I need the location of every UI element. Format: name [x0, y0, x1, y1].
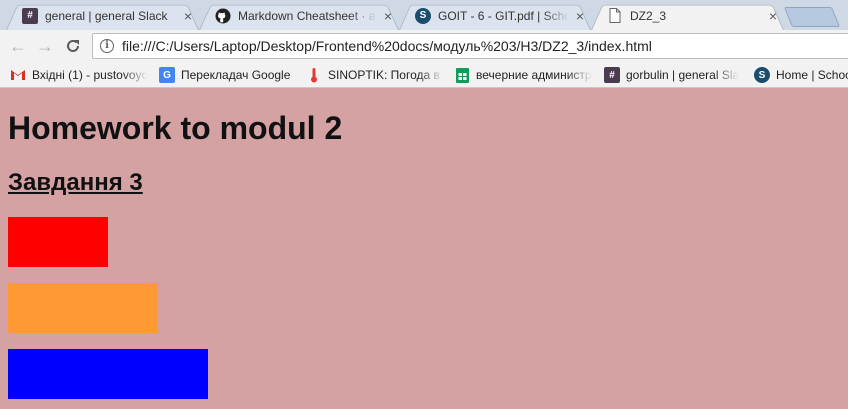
bookmarks-bar: Вхідні (1) - pustovoyo G Перекладач Goog… [0, 62, 848, 88]
tab-title: general | general Slack [45, 8, 168, 23]
close-icon[interactable]: × [381, 9, 395, 23]
address-text: file:///C:/Users/Laptop/Desktop/Frontend… [122, 38, 652, 54]
thermometer-icon [306, 67, 322, 83]
slack-hash-icon: # [22, 7, 38, 24]
schoology-icon: S [415, 7, 431, 24]
tab-goit-git-pdf[interactable]: S GOIT - 6 - GIT.pdf | Schoo × [393, 1, 597, 30]
bookmark-label: Перекладач Google [181, 68, 291, 82]
bookmark-label: gorbulin | general Sla [626, 68, 740, 82]
bookmark-gorbulin-slack[interactable]: # gorbulin | general Sla [604, 66, 746, 84]
bookmark-google-translate[interactable]: G Перекладач Google [159, 66, 299, 84]
tab-title: DZ2_3 [630, 8, 667, 23]
document-icon [607, 8, 623, 24]
schoology-icon: S [754, 67, 770, 83]
new-tab-button[interactable] [783, 7, 841, 27]
gmail-icon [10, 67, 26, 83]
slack-hash-icon: # [604, 67, 620, 83]
bookmark-label: вечерние администр [476, 68, 592, 82]
bookmark-schoology[interactable]: S Home | Schoo [754, 66, 848, 84]
close-icon[interactable]: × [766, 9, 780, 23]
red-block [8, 217, 108, 267]
google-translate-icon: G [159, 67, 175, 83]
bookmark-sheets[interactable]: вечерние администр [454, 66, 594, 84]
close-icon[interactable]: × [181, 9, 195, 23]
forward-arrow-icon[interactable]: → [35, 36, 55, 56]
orange-block [8, 283, 158, 333]
bookmark-sinoptik[interactable]: SINOPTIK: Погода в У [306, 66, 444, 84]
browser-toolbar: ← → i file:///C:/Users/Laptop/Desktop/Fr… [0, 30, 848, 62]
page-content: Homework to modul 2 Завдання 3 [0, 88, 848, 409]
bookmark-label: SINOPTIK: Погода в У [328, 68, 444, 82]
tab-general-slack[interactable]: # general | general Slack × [0, 1, 205, 30]
github-icon [215, 8, 231, 24]
close-icon[interactable]: × [573, 9, 587, 23]
blue-block [8, 349, 208, 399]
bookmark-gmail[interactable]: Вхідні (1) - pustovoyo [10, 66, 148, 84]
google-sheets-icon [454, 67, 470, 83]
reload-icon[interactable] [63, 36, 83, 56]
address-bar[interactable]: i file:///C:/Users/Laptop/Desktop/Fronte… [92, 33, 848, 59]
tab-title: Markdown Cheatsheet · a [238, 8, 376, 23]
page-title: Homework to modul 2 [8, 110, 343, 146]
back-arrow-icon[interactable]: ← [8, 36, 28, 56]
tab-dz2-3[interactable]: DZ2_3 × [585, 1, 790, 30]
bookmark-label: Вхідні (1) - pustovoyo [32, 68, 148, 82]
tab-markdown-cheatsheet[interactable]: Markdown Cheatsheet · a × [193, 1, 405, 30]
info-icon[interactable]: i [100, 39, 114, 53]
bookmark-label: Home | Schoo [776, 68, 848, 82]
tab-title: GOIT - 6 - GIT.pdf | Schoo [438, 8, 569, 23]
tab-strip: # general | general Slack × Markdown Che… [0, 0, 848, 30]
page-subtitle: Завдання 3 [8, 169, 143, 196]
